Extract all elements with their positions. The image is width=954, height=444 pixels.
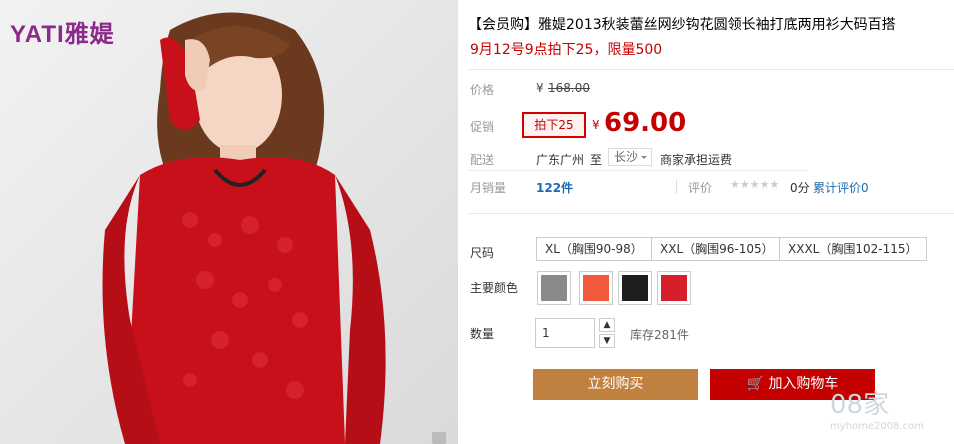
promo-label: 促销: [470, 120, 495, 134]
shipping-fee: 商家承担运费: [660, 153, 733, 167]
size-label: 尺码: [470, 246, 495, 260]
size-option-xxxl[interactable]: XXXL（胸围102-115）: [779, 237, 927, 261]
divider: [676, 180, 677, 194]
reviews-link[interactable]: 累计评价0: [813, 179, 869, 196]
sales-label: 月销量: [470, 181, 507, 195]
product-subtitle: 9月12号9点拍下25，限量500: [470, 42, 663, 58]
shipping-label: 配送: [470, 153, 495, 167]
size-option-xl[interactable]: XL（胸围90-98）: [536, 237, 652, 261]
watermark: 08家 myhome2008.com: [830, 384, 954, 444]
swatch-image: [583, 275, 609, 301]
stock-count: 库存281件: [630, 328, 689, 342]
promo-yen: ¥: [592, 118, 600, 132]
price-yen: ¥: [536, 81, 544, 95]
divider: [468, 213, 954, 214]
cart-icon: 🛒: [746, 376, 764, 392]
original-price: 168.00: [548, 81, 590, 95]
product-image[interactable]: YATI雅媞: [0, 0, 458, 444]
rating-stars: ★★★★★: [730, 178, 780, 191]
watermark-sub: myhome2008.com: [830, 421, 924, 432]
quantity-down-button[interactable]: ▼: [599, 334, 615, 348]
product-info: 【会员购】雅媞2013秋装蕾丝网纱钩花圆领长袖打底两用衫大码百搭 9月12号9点…: [468, 0, 954, 444]
color-swatch[interactable]: [618, 271, 652, 305]
buy-now-button[interactable]: 立刻购买: [533, 369, 698, 400]
rating-label: 评价: [688, 181, 713, 195]
swatch-image: [622, 275, 648, 301]
swatch-image: [661, 275, 687, 301]
product-photo: [102, 12, 386, 444]
zoom-icon[interactable]: [432, 432, 446, 444]
color-label: 主要颜色: [470, 281, 519, 295]
color-swatch[interactable]: [537, 271, 571, 305]
destination-select[interactable]: 长沙: [608, 148, 652, 166]
watermark-text: 08家: [830, 390, 890, 420]
divider: [468, 170, 808, 171]
swatch-image: [541, 275, 567, 301]
brand-logo: YATI雅媞: [10, 21, 115, 48]
size-option-xxl[interactable]: XXL（胸围96-105）: [651, 237, 783, 261]
color-swatch[interactable]: [579, 271, 613, 305]
promo-tag: 拍下25: [522, 112, 586, 138]
divider: [468, 69, 954, 70]
price-label: 价格: [470, 83, 495, 97]
color-swatch[interactable]: [657, 271, 691, 305]
quantity-up-button[interactable]: ▲: [599, 318, 615, 332]
sales-count: 122件: [536, 181, 574, 195]
shipping-to-word: 至: [590, 153, 603, 167]
add-to-cart-label: 加入购物车: [768, 376, 839, 392]
shipping-from: 广东广州: [536, 153, 585, 167]
quantity-input[interactable]: 1: [535, 318, 595, 348]
product-title: 【会员购】雅媞2013秋装蕾丝网纱钩花圆领长袖打底两用衫大码百搭: [468, 17, 896, 33]
rating-score: 0分: [790, 181, 810, 195]
quantity-label: 数量: [470, 327, 495, 341]
promo-price: 69.00: [604, 108, 687, 138]
